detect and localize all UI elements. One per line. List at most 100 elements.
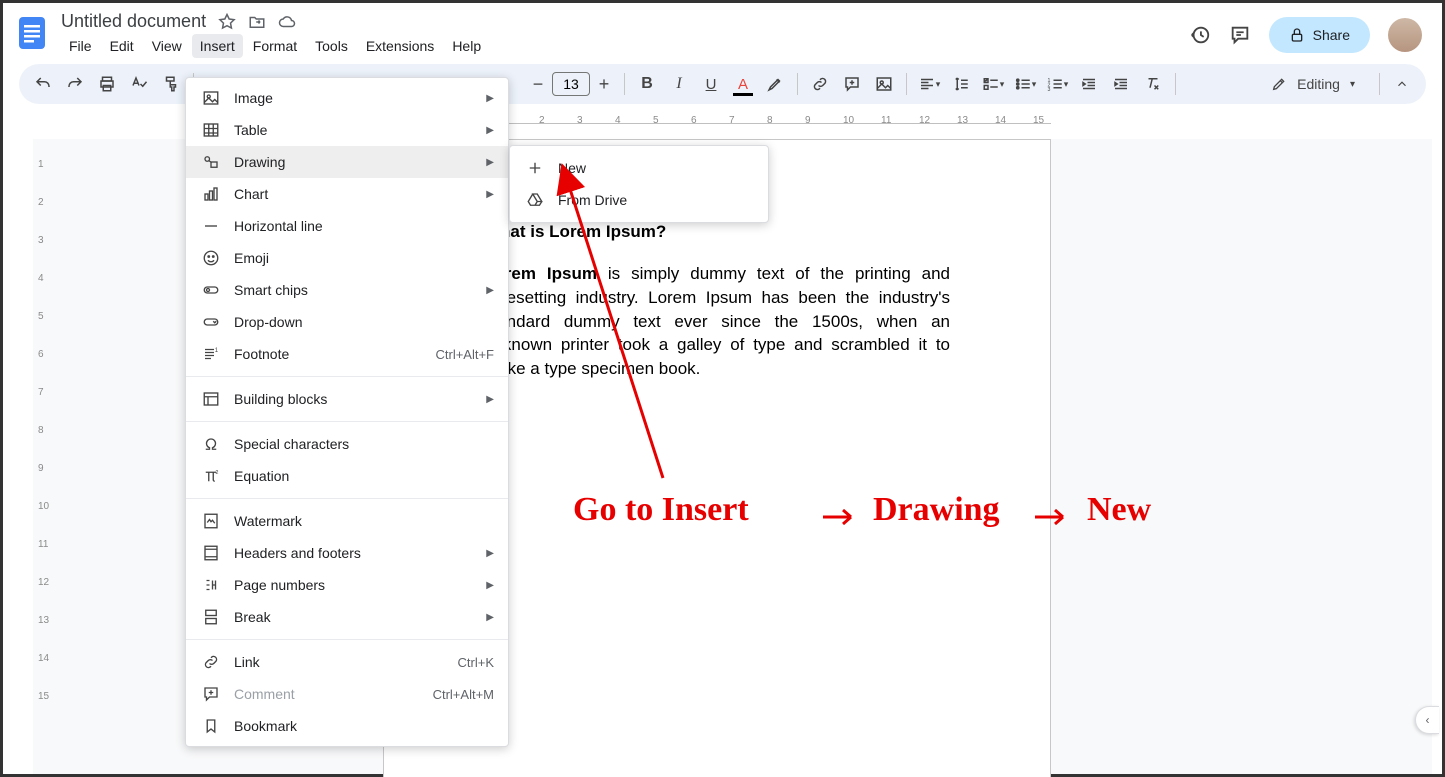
- emoji-icon: [200, 249, 222, 267]
- star-icon[interactable]: [218, 13, 236, 31]
- headers-icon: [200, 544, 222, 562]
- insert-special-characters[interactable]: Special characters: [186, 428, 508, 460]
- link-button[interactable]: [806, 70, 834, 98]
- avatar[interactable]: [1388, 18, 1422, 52]
- insert-drawing[interactable]: Drawing▶: [186, 146, 508, 178]
- link-icon: [200, 653, 222, 671]
- drawing-icon: [200, 153, 222, 171]
- move-folder-icon[interactable]: [248, 13, 266, 31]
- chevron-right-icon: ▶: [486, 125, 494, 136]
- share-button[interactable]: Share: [1269, 17, 1370, 53]
- dropdown-icon: [200, 313, 222, 331]
- drawing-submenu: NewFrom Drive: [509, 145, 769, 223]
- insert-headers-and-footers[interactable]: Headers and footers▶: [186, 537, 508, 569]
- menu-file[interactable]: File: [61, 34, 100, 58]
- doc-title[interactable]: Untitled document: [61, 11, 206, 32]
- align-button[interactable]: ▾: [915, 70, 943, 98]
- editing-mode-button[interactable]: Editing ▾: [1255, 76, 1371, 92]
- watermark-icon: [200, 512, 222, 530]
- menu-view[interactable]: View: [144, 34, 190, 58]
- separator: [624, 73, 625, 95]
- share-label: Share: [1313, 27, 1350, 43]
- insert-link[interactable]: LinkCtrl+K: [186, 646, 508, 678]
- editing-label: Editing: [1297, 76, 1340, 92]
- chevron-right-icon: ▶: [486, 394, 494, 405]
- insert-comment: CommentCtrl+Alt+M: [186, 678, 508, 710]
- line-spacing-button[interactable]: [947, 70, 975, 98]
- omega-icon: [200, 435, 222, 453]
- pagenum-icon: [200, 576, 222, 594]
- chevron-right-icon: ▶: [486, 612, 494, 623]
- insert-bookmark[interactable]: Bookmark: [186, 710, 508, 742]
- insert-break[interactable]: Break▶: [186, 601, 508, 633]
- menu-help[interactable]: Help: [444, 34, 489, 58]
- insert-watermark[interactable]: Watermark: [186, 505, 508, 537]
- font-size-value[interactable]: 13: [552, 72, 590, 96]
- insert-drop-down[interactable]: Drop-down: [186, 306, 508, 338]
- collapse-toolbar-button[interactable]: [1388, 70, 1416, 98]
- docs-logo-icon: [13, 13, 53, 53]
- print-button[interactable]: [93, 70, 121, 98]
- menu-extensions[interactable]: Extensions: [358, 34, 442, 58]
- doc-body: Lorem Ipsum is simply dummy text of the …: [484, 262, 950, 381]
- bold-button[interactable]: B: [633, 70, 661, 98]
- font-size-control: − 13 +: [526, 72, 616, 96]
- insert-image[interactable]: Image▶: [186, 82, 508, 114]
- chevron-right-icon: ▶: [486, 285, 494, 296]
- doc-heading: What is Lorem Ipsum?: [484, 222, 950, 242]
- image-icon: [200, 89, 222, 107]
- italic-button[interactable]: I: [665, 70, 693, 98]
- lock-icon: [1289, 27, 1305, 43]
- insert-chart[interactable]: Chart▶: [186, 178, 508, 210]
- checklist-button[interactable]: ▾: [979, 70, 1007, 98]
- clear-format-button[interactable]: [1139, 70, 1167, 98]
- insert-dropdown: Image▶Table▶Drawing▶Chart▶Horizontal lin…: [185, 77, 509, 747]
- doc-block: Untitled document FileEditViewInsertForm…: [61, 9, 489, 58]
- menu-tools[interactable]: Tools: [307, 34, 356, 58]
- outdent-button[interactable]: [1075, 70, 1103, 98]
- insert-image-button[interactable]: [870, 70, 898, 98]
- separator: [1175, 73, 1176, 95]
- annotation-text-2: Drawing: [873, 491, 1000, 529]
- separator: [1379, 73, 1380, 95]
- font-size-plus[interactable]: +: [592, 74, 616, 95]
- svg-text:1: 1: [215, 348, 219, 354]
- annotation-text-1: Go to Insert: [573, 491, 749, 529]
- comments-icon[interactable]: [1229, 24, 1251, 46]
- insert-page-numbers[interactable]: Page numbers▶: [186, 569, 508, 601]
- drawing-from-drive[interactable]: From Drive: [510, 184, 768, 216]
- numbered-list-button[interactable]: 123▾: [1043, 70, 1071, 98]
- insert-equation[interactable]: 2Equation: [186, 460, 508, 492]
- text-color-button[interactable]: A: [729, 70, 757, 98]
- table-icon: [200, 121, 222, 139]
- font-size-minus[interactable]: −: [526, 74, 550, 95]
- svg-text:2: 2: [216, 470, 219, 476]
- insert-emoji[interactable]: Emoji: [186, 242, 508, 274]
- menu-insert[interactable]: Insert: [192, 34, 243, 58]
- redo-button[interactable]: [61, 70, 89, 98]
- svg-text:3: 3: [1047, 87, 1050, 93]
- insert-footnote[interactable]: 1FootnoteCtrl+Alt+F: [186, 338, 508, 370]
- add-comment-button[interactable]: [838, 70, 866, 98]
- highlight-button[interactable]: [761, 70, 789, 98]
- insert-smart-chips[interactable]: Smart chips▶: [186, 274, 508, 306]
- bullet-list-button[interactable]: ▾: [1011, 70, 1039, 98]
- side-panel-toggle[interactable]: ‹: [1415, 706, 1439, 734]
- insert-table[interactable]: Table▶: [186, 114, 508, 146]
- vertical-ruler[interactable]: 123456789101112131415: [33, 139, 51, 777]
- separator: [797, 73, 798, 95]
- chevron-right-icon: ▶: [486, 157, 494, 168]
- paint-format-button[interactable]: [157, 70, 185, 98]
- undo-button[interactable]: [29, 70, 57, 98]
- spellcheck-button[interactable]: [125, 70, 153, 98]
- history-icon[interactable]: [1189, 24, 1211, 46]
- cloud-status-icon[interactable]: [278, 13, 296, 31]
- underline-button[interactable]: U: [697, 70, 725, 98]
- blocks-icon: [200, 390, 222, 408]
- insert-horizontal-line[interactable]: Horizontal line: [186, 210, 508, 242]
- insert-building-blocks[interactable]: Building blocks▶: [186, 383, 508, 415]
- menu-edit[interactable]: Edit: [102, 34, 142, 58]
- drawing-new[interactable]: New: [510, 152, 768, 184]
- indent-button[interactable]: [1107, 70, 1135, 98]
- menu-format[interactable]: Format: [245, 34, 305, 58]
